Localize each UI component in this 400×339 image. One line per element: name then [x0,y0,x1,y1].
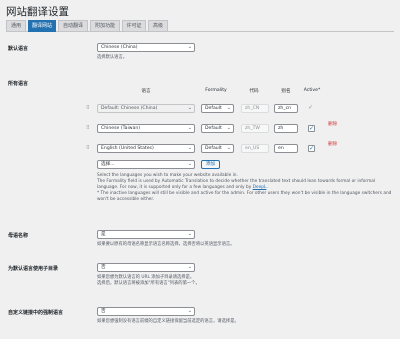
tab-translate-site[interactable]: 翻译网站 [28,20,56,32]
column-header-code: 代码 [249,89,259,94]
column-header-formality: Formality [205,88,227,93]
chevron-down-icon: ⌄ [187,161,192,167]
chevron-down-icon: ⌄ [187,145,192,151]
code-field-row-1: zh_CN [241,104,269,113]
tab-auto-translate[interactable]: 自动翻译 [58,20,88,32]
slug-field-row-2[interactable]: zh [274,124,298,133]
formality-value-row-3: Default [205,146,222,151]
subdirectory-select[interactable]: 否 ⌄ [97,263,195,272]
formality-select-row-1[interactable]: Default ⌄ [201,104,234,113]
code-field-row-3: en_US [241,144,269,153]
page-title: 网站翻译设置 [6,6,69,18]
slug-field-row-3[interactable]: en [274,144,298,153]
chevron-down-icon: ⌄ [187,264,192,270]
formality-value-row-1: Default [205,106,222,111]
force-language-label: 自定义链接中的强制语言 [8,310,64,316]
all-languages-description: Select the languages you wish to make yo… [97,173,392,203]
code-field-row-2: zh_TW [241,124,269,133]
tab-addons[interactable]: 附加功能 [90,20,120,32]
formality-description-text: The Formality field is used by Automatic… [97,179,376,190]
language-select-row-3[interactable]: English (United States) ⌄ [97,144,195,153]
language-value-row-3: English (United States) [101,146,154,151]
force-language-select[interactable]: 否 ⌄ [97,307,195,316]
active-checkbox-row-2[interactable]: ✓ [308,125,315,132]
language-select-row-2[interactable]: Chinese (Taiwan) ⌄ [97,124,195,133]
add-language-placeholder: 选择... [101,162,115,167]
formality-select-row-3[interactable]: Default ⌄ [201,144,234,153]
active-checkbox-row-3[interactable]: ✓ [308,145,315,152]
chevron-down-icon: ⌄ [187,105,192,111]
subdirectory-description: 如果您想为默认语言的 URL 添加子目录请选择是。 选择后，默认语言将被添加"所… [97,275,392,287]
force-language-description: 如果您想强制没有语言前缀的自定义链接保留当前选定的语言，请选择是。 [97,319,239,324]
native-names-value: 是 [101,232,106,237]
drag-handle-icon[interactable]: ⠿ [86,105,90,111]
chevron-down-icon: ⌄ [226,125,231,131]
all-languages-label: 所有语言 [8,81,29,87]
column-header-slug: 别名 [281,89,291,94]
chevron-down-icon: ⌄ [187,231,192,237]
chevron-down-icon: ⌄ [226,145,231,151]
default-language-label: 默认语言 [8,46,29,52]
chevron-down-icon: ⌄ [187,308,192,314]
chevron-down-icon: ⌄ [187,44,192,50]
subdirectory-description-line-2: 选择后，默认语言将被添加"所有语言"列表的第一个。 [97,281,200,286]
remove-language-button-row-3[interactable]: 删除 [328,142,338,147]
default-language-value: Chinese (China) [101,45,138,50]
drag-handle-icon[interactable]: ⠿ [86,125,90,131]
chevron-down-icon: ⌄ [226,105,231,111]
subdirectory-label: 为默认语言使用子目录 [8,266,59,272]
formality-description: The Formality field is used by Automatic… [97,179,376,190]
native-names-label: 母语名称 [8,233,29,239]
chevron-down-icon: ⌄ [187,125,192,131]
remove-language-button-row-2[interactable]: 删除 [328,122,338,127]
force-language-value: 否 [101,309,106,314]
native-names-select[interactable]: 是 ⌄ [97,230,195,239]
checkmark-icon: ✓ [308,104,314,111]
subdirectory-value: 否 [101,265,106,270]
deepl-link[interactable]: DeepL [253,185,267,190]
add-language-select[interactable]: 选择... ⌄ [97,160,195,169]
formality-value-row-2: Default [205,126,222,131]
tab-general[interactable]: 通用 [6,20,26,32]
tab-advanced[interactable]: 高级 [148,20,168,32]
native-names-description: 如果要以原有的母语名称显示语言名称选择，选择否将以英语显示语言。 [97,242,235,247]
formality-select-row-2[interactable]: Default ⌄ [201,124,234,133]
language-value-row-2: Chinese (Taiwan) [101,126,141,131]
default-language-select[interactable]: Chinese (China) ⌄ [97,43,195,52]
default-language-description: 选择默认语言。 [97,55,128,60]
column-header-language: 语言 [141,89,151,94]
slug-field-row-1[interactable]: zh_cn [274,104,298,113]
tab-bar: 通用 翻译网站 自动翻译 附加功能 许可证 高级 [6,20,394,32]
language-value-row-1: Default: Chinese (China) [101,106,158,111]
drag-handle-icon[interactable]: ⠿ [86,145,90,151]
column-header-active: Active* [303,88,321,93]
inactive-languages-note: * The inactive languages will still be v… [97,191,392,202]
add-language-button[interactable]: 添加 [201,160,220,169]
tab-license[interactable]: 许可证 [122,20,146,32]
language-select-row-1: Default: Chinese (China) ⌄ [97,104,195,113]
